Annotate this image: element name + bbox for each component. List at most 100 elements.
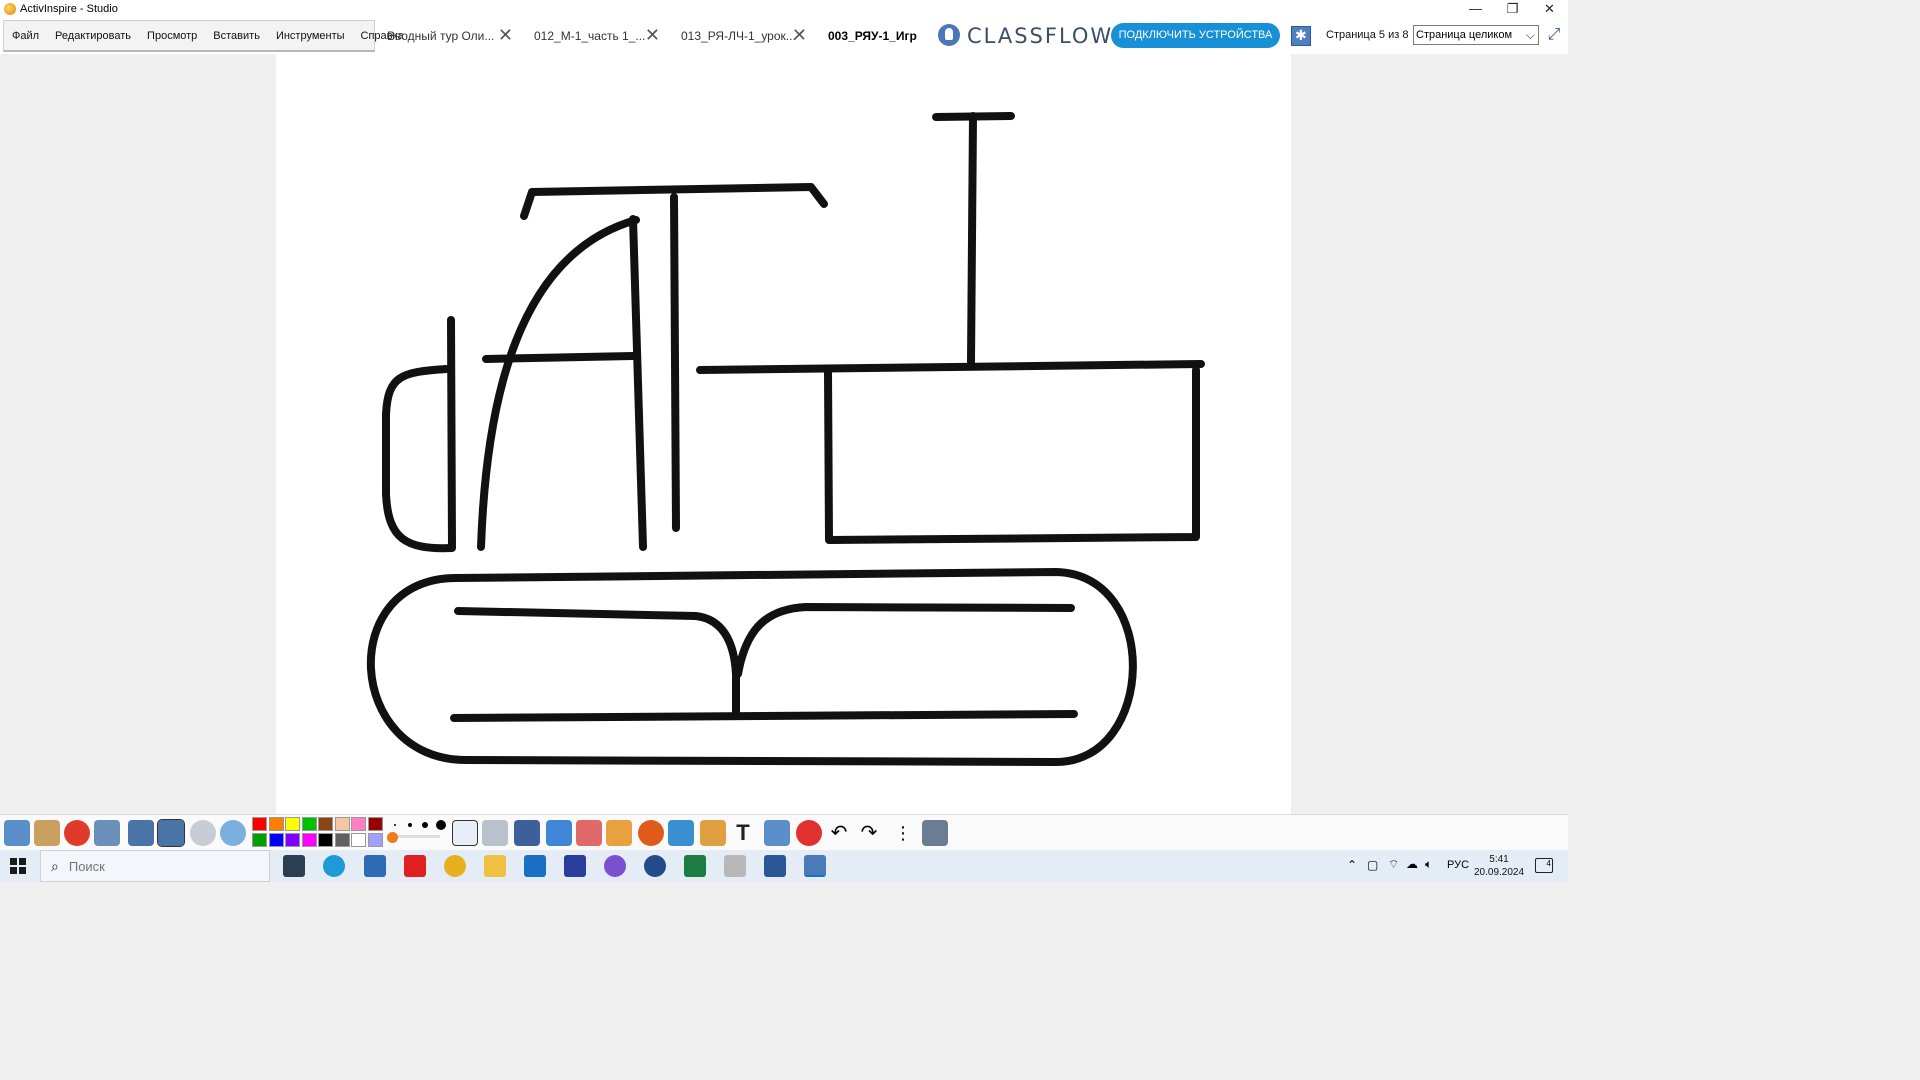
tab-label: 012_М-1_часть 1_...	[534, 29, 646, 43]
main-menu-icon[interactable]	[4, 820, 30, 846]
minimize-button[interactable]: —	[1457, 0, 1494, 18]
tab-003-active[interactable]: 003_РЯУ-1_Игр	[817, 18, 933, 54]
chrome-icon[interactable]	[444, 855, 466, 877]
color-swatch[interactable]	[268, 817, 284, 831]
menu-view[interactable]: Просмотр	[139, 30, 205, 42]
color-swatch[interactable]	[268, 833, 284, 847]
color-swatch[interactable]	[351, 833, 366, 847]
activinspire-active-icon[interactable]	[804, 855, 826, 877]
window-title: ActivInspire - Studio	[20, 3, 118, 15]
clock[interactable]: 5:41 20.09.2024	[1474, 853, 1524, 879]
text-tool-icon[interactable]: T	[730, 820, 756, 846]
mail-icon[interactable]	[524, 855, 546, 877]
fill-icon[interactable]	[606, 820, 632, 846]
restore-button[interactable]: ❐	[1494, 0, 1531, 18]
notifications-icon[interactable]: 4	[1535, 858, 1553, 873]
clock-time: 5:41	[1489, 854, 1509, 865]
network-icon[interactable]: ☁	[1406, 857, 1418, 871]
connector-icon[interactable]	[668, 820, 694, 846]
classflow-logo-text: CLASSFLOW	[967, 24, 1114, 48]
undo-icon[interactable]: ↶	[826, 820, 852, 846]
file-explorer-icon[interactable]	[484, 855, 506, 877]
color-swatch[interactable]	[318, 817, 333, 831]
shape-icon[interactable]	[638, 820, 664, 846]
zoom-select[interactable]: Страница целиком ⌵	[1413, 25, 1539, 45]
color-swatch[interactable]	[285, 833, 300, 847]
language-indicator[interactable]: РУС	[1447, 859, 1469, 871]
excel-icon[interactable]	[684, 855, 706, 877]
close-window-button[interactable]: ✕	[1531, 0, 1568, 18]
tab-close-icon[interactable]: ✕	[498, 26, 513, 44]
volume-icon[interactable]: 🔈︎	[1425, 857, 1432, 872]
page-status: Страница 5 из 8	[1326, 29, 1409, 41]
menu-tools[interactable]: Инструменты	[268, 30, 353, 42]
yandex-icon[interactable]	[404, 855, 426, 877]
pen-icon[interactable]	[514, 820, 540, 846]
color-swatch[interactable]	[334, 817, 350, 831]
previous-page-icon[interactable]	[128, 820, 154, 846]
page-browser-icon[interactable]	[1291, 26, 1311, 46]
width-slider-handle[interactable]	[387, 832, 398, 843]
meet-icon[interactable]: ▢	[1367, 858, 1378, 872]
flipchart-page[interactable]	[276, 54, 1291, 814]
color-swatch[interactable]	[334, 833, 350, 847]
highlighter-icon[interactable]	[546, 820, 572, 846]
bulldozer-drawing[interactable]	[276, 54, 1291, 814]
pen-width-2[interactable]	[408, 823, 412, 827]
color-swatch[interactable]	[252, 833, 267, 847]
profile-icon[interactable]	[64, 820, 90, 846]
redo-icon[interactable]: ↷	[856, 820, 882, 846]
main-toolbar: T ↶ ↷ ⋮	[0, 814, 1568, 850]
taskbar-search[interactable]: ⌕	[40, 850, 270, 882]
tab-intro-tour[interactable]: Вводный тур Оли... ✕	[376, 18, 523, 54]
desktop-annotate-icon[interactable]	[94, 820, 120, 846]
color-swatch[interactable]	[367, 817, 383, 831]
viber-icon[interactable]	[604, 855, 626, 877]
classflow-logo-icon[interactable]	[938, 24, 960, 46]
tray-expand-icon[interactable]: ⌃	[1347, 858, 1357, 872]
fullscreen-icon[interactable]: ⤢	[1545, 26, 1563, 44]
browsers-icon[interactable]	[34, 820, 60, 846]
edge-icon[interactable]	[323, 855, 345, 877]
tab-013[interactable]: 013_РЯ-ЛЧ-1_урок... ✕	[670, 18, 817, 54]
play-icon[interactable]	[190, 820, 216, 846]
tab-close-icon[interactable]: ✕	[792, 26, 807, 44]
word-icon[interactable]	[764, 855, 786, 877]
eraser-icon[interactable]	[576, 820, 602, 846]
next-page-icon[interactable]	[157, 819, 185, 847]
store-icon[interactable]	[364, 855, 386, 877]
menu-file[interactable]: Файл	[4, 30, 47, 42]
windows-start-icon[interactable]	[10, 858, 26, 874]
globe-icon[interactable]	[220, 820, 246, 846]
color-swatch[interactable]	[301, 833, 317, 847]
tab-close-icon[interactable]: ✕	[645, 26, 660, 44]
task-view-icon[interactable]	[283, 855, 305, 877]
color-swatch[interactable]	[367, 833, 383, 847]
menu-edit[interactable]: Редактировать	[47, 30, 139, 42]
app-icon-blue[interactable]	[564, 855, 586, 877]
clear-icon[interactable]	[764, 820, 790, 846]
color-swatch[interactable]	[252, 817, 267, 831]
select-icon[interactable]	[452, 820, 478, 846]
color-swatch[interactable]	[301, 817, 317, 831]
color-swatch[interactable]	[318, 833, 333, 847]
tab-label: Вводный тур Оли...	[387, 29, 495, 43]
toolbar-customize-icon[interactable]	[922, 820, 948, 846]
search-input[interactable]	[68, 858, 219, 874]
pen-width-4[interactable]	[436, 820, 446, 830]
color-swatch[interactable]	[351, 817, 366, 831]
tools-icon[interactable]	[482, 820, 508, 846]
tab-012[interactable]: 012_М-1_часть 1_... ✕	[523, 18, 670, 54]
app-icon-a[interactable]	[644, 855, 666, 877]
reset-page-icon[interactable]	[796, 820, 822, 846]
activinspire-taskbar-icon[interactable]	[724, 855, 746, 877]
resources-icon[interactable]	[700, 820, 726, 846]
menu-insert[interactable]: Вставить	[205, 30, 268, 42]
color-swatch[interactable]	[285, 817, 300, 831]
pen-width-1[interactable]	[394, 824, 396, 826]
connect-devices-button[interactable]: ПОДКЛЮЧИТЬ УСТРОЙСТВА	[1111, 23, 1280, 48]
toolbar-more-icon[interactable]: ⋮	[890, 820, 916, 846]
pen-width-3[interactable]	[422, 822, 428, 828]
wifi-icon[interactable]: ⌔	[1388, 857, 1399, 872]
zoom-value: Страница целиком	[1416, 29, 1513, 41]
